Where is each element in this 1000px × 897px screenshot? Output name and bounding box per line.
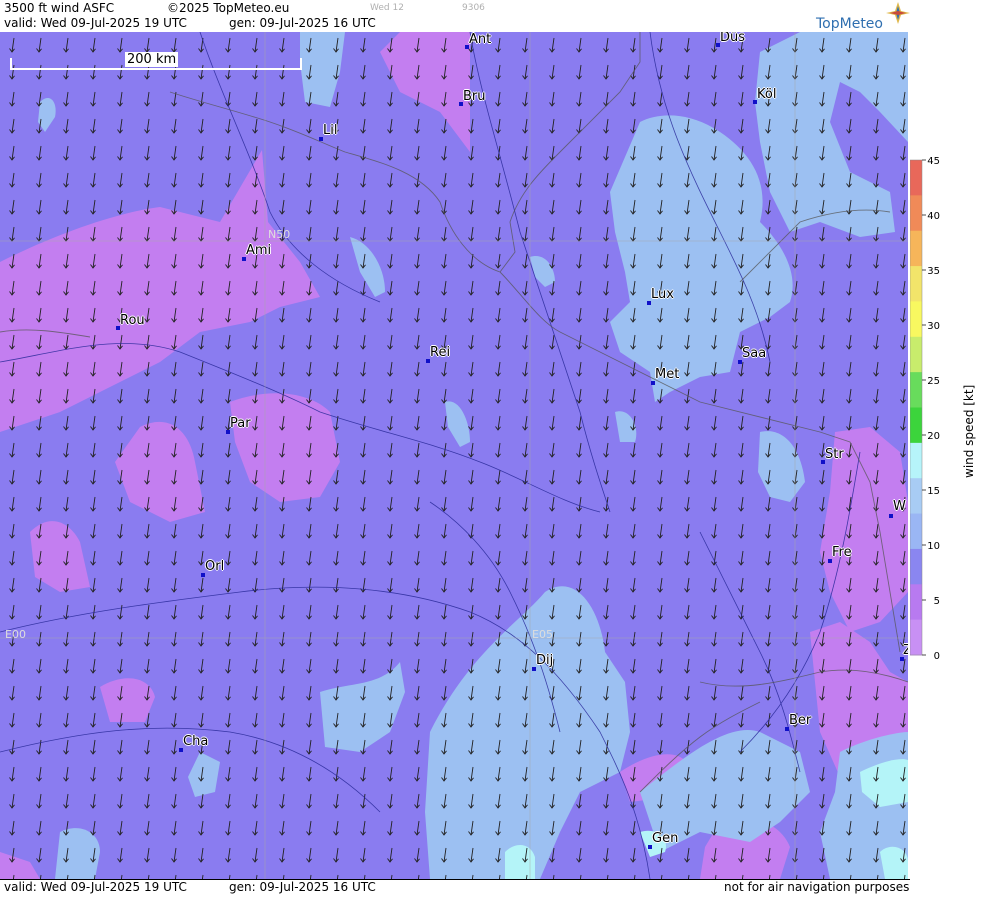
city-label: Rei xyxy=(430,345,451,360)
legend-band xyxy=(910,336,922,373)
legend-tick-label: 35 xyxy=(927,266,940,277)
city-label: Orl xyxy=(205,559,225,574)
scale-label: 200 km xyxy=(125,52,179,67)
city-label: Ami xyxy=(246,243,272,258)
city-label: Ber xyxy=(789,713,812,728)
city-marker xyxy=(889,514,893,518)
legend-band xyxy=(910,230,922,267)
legend-band xyxy=(910,301,922,338)
legend-tick-label: 25 xyxy=(927,376,940,387)
grid-label-e05: E05 xyxy=(532,628,553,641)
copyright-text: ©2025 TopMeteo.eu xyxy=(167,1,290,15)
city-label: Par xyxy=(230,416,251,431)
legend-band xyxy=(910,442,922,479)
grid-label-n50: N50 xyxy=(268,228,291,241)
legend-title: wind speed [kt] xyxy=(962,384,976,478)
city-label: Ant xyxy=(469,32,492,47)
legend-tick-label: 40 xyxy=(927,211,940,222)
legend-tick-label: 20 xyxy=(927,431,940,442)
logo-text: TopMeteo xyxy=(816,16,883,32)
wind-map: N50 E00 E05 200 km Ant Düs Bru Köl Lil A… xyxy=(0,32,908,879)
legend-band xyxy=(910,619,922,656)
legend-band xyxy=(910,513,922,550)
footer-valid-time: valid: Wed 09-Jul-2025 19 UTC xyxy=(4,880,187,894)
city-label: Dij xyxy=(536,653,554,668)
city-label: W xyxy=(893,499,906,514)
faint-day-text: Wed 12 xyxy=(370,3,404,13)
city-label: Lil xyxy=(323,123,338,138)
footer-bar: valid: Wed 09-Jul-2025 19 UTC gen: 09-Ju… xyxy=(0,879,910,894)
grid-label-e00: E00 xyxy=(5,628,26,641)
footer-gen-time: gen: 09-Jul-2025 16 UTC xyxy=(229,880,376,894)
legend-band xyxy=(910,160,922,196)
legend-tick-label: 10 xyxy=(927,541,940,552)
legend-band xyxy=(910,266,922,302)
disclaimer-text: not for air navigation purposes xyxy=(724,880,910,894)
city-label: Fre xyxy=(832,545,852,560)
city-label: Cha xyxy=(183,734,209,749)
legend-band xyxy=(910,478,922,515)
city-label: Z xyxy=(903,643,908,658)
faint-code-text: 9306 xyxy=(462,3,485,13)
city-label: Köl xyxy=(757,87,777,102)
legend-tick-label: 45 xyxy=(927,156,940,167)
city-label: Saa xyxy=(742,346,767,361)
city-label: Bru xyxy=(463,89,486,104)
wind-field xyxy=(0,32,908,879)
city-label: Str xyxy=(825,447,844,462)
legend-band xyxy=(910,195,922,232)
wind-speed-legend: 45 40 35 30 25 20 15 10 5 0 xyxy=(909,0,1000,893)
legend-band xyxy=(910,584,922,621)
city-label: Lux xyxy=(651,287,674,302)
legend-tick-label: 15 xyxy=(927,486,940,497)
header-valid-time: valid: Wed 09-Jul-2025 19 UTC xyxy=(4,16,187,30)
city-label: Rou xyxy=(120,313,145,328)
legend-colorbar: 45 40 35 30 25 20 15 10 5 0 xyxy=(909,156,940,662)
header-bar: 3500 ft wind ASFC ©2025 TopMeteo.eu Wed … xyxy=(0,0,910,32)
legend-tick-label: 5 xyxy=(934,596,940,607)
legend-band xyxy=(910,548,922,585)
city-label: Düs xyxy=(720,32,746,45)
city-label: Gen xyxy=(652,831,679,846)
legend-tick-label: 0 xyxy=(934,651,940,662)
header-gen-time: gen: 09-Jul-2025 16 UTC xyxy=(229,16,376,30)
wind-arrows xyxy=(0,32,908,879)
legend-band xyxy=(910,372,922,408)
legend-band xyxy=(910,407,922,444)
topmeteo-logo: TopMeteo xyxy=(812,2,910,32)
legend-tick-label: 30 xyxy=(927,321,940,332)
city-label: Met xyxy=(655,367,680,382)
product-title: 3500 ft wind ASFC xyxy=(4,1,115,15)
